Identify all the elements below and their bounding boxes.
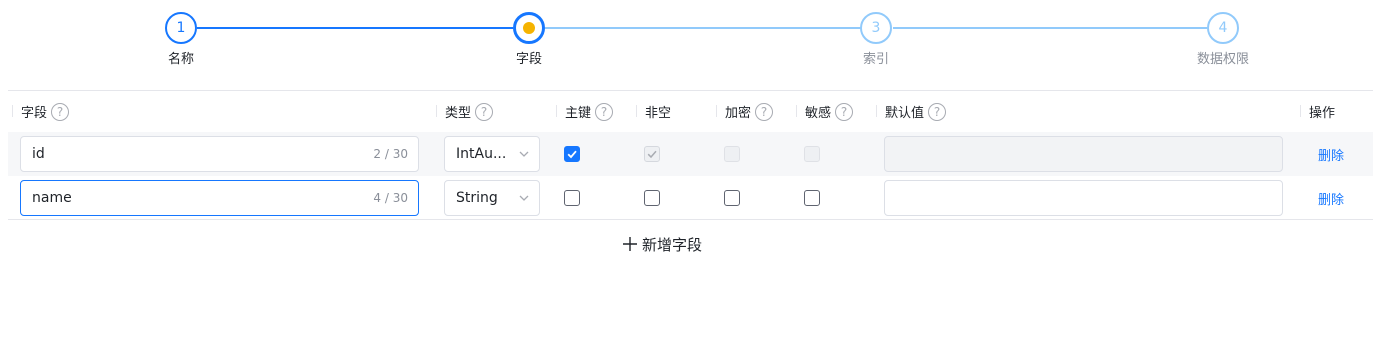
column-type-label: 类型 <box>445 106 472 121</box>
step-2[interactable]: 字段 <box>469 12 589 68</box>
table-row: id 2 / 30 IntAu... 删除 <box>8 132 1373 176</box>
help-icon[interactable]: ? <box>755 102 774 121</box>
field-name-value: id <box>32 146 45 162</box>
help-icon[interactable]: ? <box>928 102 947 121</box>
char-counter: 4 / 30 <box>373 191 408 205</box>
column-header-not-null: 非空 <box>636 91 671 132</box>
step-2-label: 字段 <box>515 52 542 67</box>
delete-link[interactable]: 删除 <box>1318 145 1344 164</box>
add-field-label: 新增字段 <box>642 235 703 254</box>
column-header-field: 字段 ? <box>12 91 70 132</box>
column-header-default-value: 默认值 ? <box>876 91 947 132</box>
field-type-value: IntAu... <box>456 146 507 162</box>
help-icon[interactable]: ? <box>595 102 614 121</box>
default-value-input[interactable] <box>884 136 1283 172</box>
step-4-label: 数据权限 <box>1196 52 1249 67</box>
current-step-dot-icon <box>523 22 535 34</box>
column-encrypt-label: 加密 <box>725 106 752 121</box>
step-4-circle: 4 <box>1207 12 1239 44</box>
help-icon[interactable]: ? <box>475 102 494 121</box>
step-2-circle <box>513 12 545 44</box>
char-counter: 2 / 30 <box>373 147 408 161</box>
sensitive-checkbox[interactable] <box>804 146 820 162</box>
help-icon[interactable]: ? <box>51 102 70 121</box>
sensitive-checkbox[interactable] <box>804 190 820 206</box>
table-row: name 4 / 30 String 删除 <box>8 176 1373 220</box>
column-header-sensitive: 敏感 ? <box>796 91 854 132</box>
field-type-value: String <box>456 190 498 206</box>
column-primary-key-label: 主键 <box>565 106 592 121</box>
field-type-select[interactable]: String <box>444 180 540 216</box>
check-icon <box>647 150 657 159</box>
column-header-actions: 操作 <box>1300 91 1335 132</box>
not-null-checkbox[interactable] <box>644 146 660 162</box>
field-type-select[interactable]: IntAu... <box>444 136 540 172</box>
column-actions-label: 操作 <box>1309 106 1336 121</box>
column-header-type: 类型 ? <box>436 91 494 132</box>
table-header: 字段 ? 类型 ? 主键 ? 非空 加密 ? 敏感 ? 默认值 ? 操作 <box>8 91 1373 132</box>
column-sensitive-label: 敏感 <box>805 106 832 121</box>
step-3-label: 索引 <box>862 52 889 67</box>
chevron-down-icon <box>519 195 529 201</box>
field-name-input[interactable]: name 4 / 30 <box>20 180 419 216</box>
column-field-label: 字段 <box>21 106 48 121</box>
primary-key-checkbox[interactable] <box>564 190 580 206</box>
not-null-checkbox[interactable] <box>644 190 660 206</box>
step-1-label: 名称 <box>167 52 194 67</box>
default-value-input[interactable] <box>884 180 1283 216</box>
field-name-value: name <box>32 190 72 206</box>
step-1[interactable]: 1 名称 <box>121 12 241 68</box>
help-icon[interactable]: ? <box>835 102 854 121</box>
step-1-circle: 1 <box>165 12 197 44</box>
table-bottom-divider <box>8 219 1373 220</box>
steps-bar: 1 名称 字段 3 索引 4 数据权限 <box>0 0 1373 80</box>
step-connector-2 <box>545 27 861 29</box>
chevron-down-icon <box>519 151 529 157</box>
add-field-button[interactable]: 新增字段 <box>622 233 702 255</box>
column-header-encrypt: 加密 ? <box>716 91 774 132</box>
check-icon <box>567 150 577 159</box>
step-3[interactable]: 3 索引 <box>816 12 936 68</box>
column-header-primary-key: 主键 ? <box>556 91 614 132</box>
encrypt-checkbox[interactable] <box>724 146 740 162</box>
plus-icon <box>623 237 637 251</box>
step-connector-1 <box>197 27 513 29</box>
step-3-circle: 3 <box>860 12 892 44</box>
step-4[interactable]: 4 数据权限 <box>1163 12 1283 68</box>
column-default-value-label: 默认值 <box>885 106 925 121</box>
delete-link[interactable]: 删除 <box>1318 189 1344 208</box>
step-connector-3 <box>893 27 1207 29</box>
field-name-input[interactable]: id 2 / 30 <box>20 136 419 172</box>
encrypt-checkbox[interactable] <box>724 190 740 206</box>
primary-key-checkbox[interactable] <box>564 146 580 162</box>
column-not-null-label: 非空 <box>645 106 672 121</box>
